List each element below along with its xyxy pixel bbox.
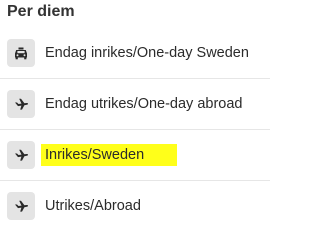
list-item-one-day-abroad[interactable]: Endag utrikes/One-day abroad: [0, 79, 270, 130]
list-item-label: Endag utrikes/One-day abroad: [45, 96, 243, 112]
taxi-icon: [7, 39, 35, 67]
list-item-sweden[interactable]: Inrikes/Sweden: [0, 130, 270, 181]
list-item-one-day-sweden[interactable]: Endag inrikes/One-day Sweden: [0, 28, 270, 79]
page-title: Per diem: [7, 3, 75, 20]
airplane-icon: [7, 141, 35, 169]
airplane-icon: [7, 192, 35, 220]
list-item-abroad[interactable]: Utrikes/Abroad: [0, 181, 270, 231]
list-item-label: Inrikes/Sweden: [45, 147, 145, 163]
list-item-label: Endag inrikes/One-day Sweden: [45, 45, 249, 61]
list-item-label: Utrikes/Abroad: [45, 198, 141, 214]
per-diem-list: Endag inrikes/One-day Sweden Endag utrik…: [0, 28, 270, 231]
airplane-icon: [7, 90, 35, 118]
